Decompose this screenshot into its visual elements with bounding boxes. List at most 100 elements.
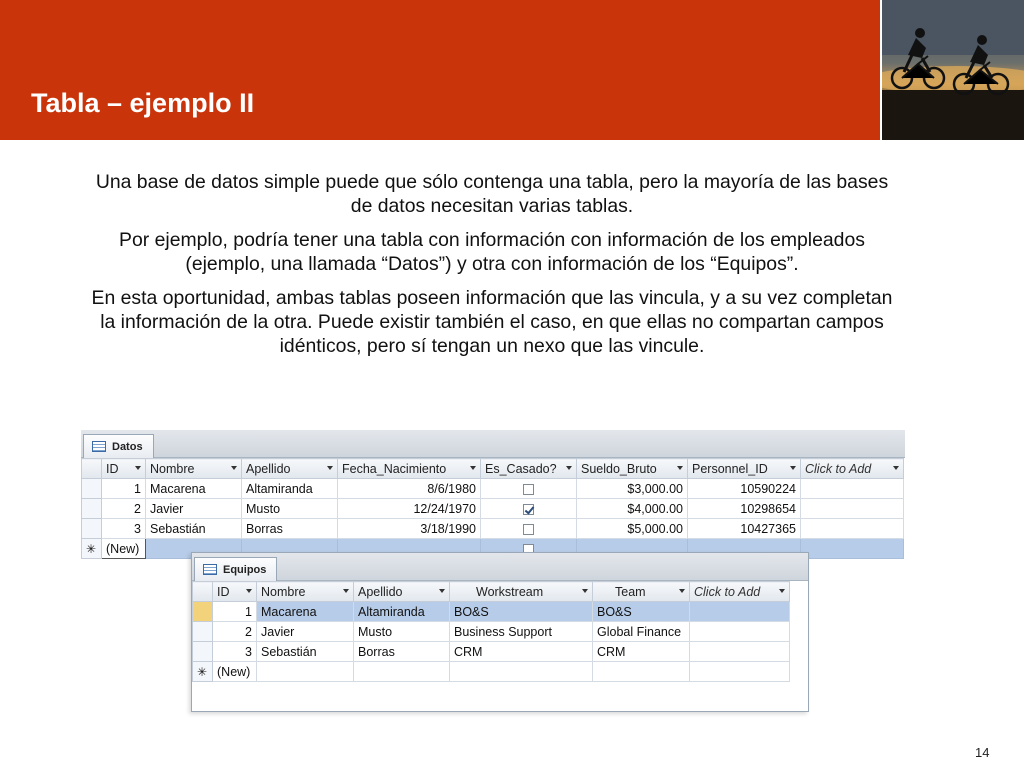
cell-id[interactable]: 3 <box>101 518 146 539</box>
cell-add[interactable] <box>800 478 904 499</box>
empty-cell[interactable] <box>592 661 690 682</box>
cell-id[interactable]: 2 <box>101 498 146 519</box>
col-header-team[interactable]: Team <box>592 581 690 602</box>
cell-sueldo[interactable]: $3,000.00 <box>576 478 688 499</box>
chevron-down-icon[interactable] <box>439 589 445 593</box>
col-header-click-to-add[interactable]: Click to Add <box>689 581 790 602</box>
row-selector[interactable] <box>81 498 102 519</box>
checkbox-icon[interactable] <box>523 483 534 495</box>
empty-cell[interactable] <box>256 661 354 682</box>
col-header-apellido[interactable]: Apellido <box>353 581 450 602</box>
empty-cell[interactable] <box>689 661 790 682</box>
cell-team[interactable]: CRM <box>592 641 690 662</box>
checkbox-checked-icon[interactable] <box>523 503 534 515</box>
table-row[interactable]: 3 Sebastián Borras CRM CRM <box>192 641 790 662</box>
chevron-down-icon[interactable] <box>246 589 252 593</box>
col-header-nombre[interactable]: Nombre <box>145 458 242 479</box>
cell-add[interactable] <box>689 601 790 622</box>
row-selector-header[interactable] <box>192 581 213 602</box>
col-header-apellido[interactable]: Apellido <box>241 458 338 479</box>
chevron-down-icon[interactable] <box>779 589 785 593</box>
cell-personnel[interactable]: 10298654 <box>687 498 801 519</box>
chevron-down-icon[interactable] <box>566 466 572 470</box>
cell-workstream[interactable]: CRM <box>449 641 593 662</box>
row-selector[interactable] <box>81 478 102 499</box>
new-record-cell[interactable]: (New) <box>101 538 146 559</box>
col-header-nombre[interactable]: Nombre <box>256 581 354 602</box>
cell-id[interactable]: 1 <box>101 478 146 499</box>
chevron-down-icon[interactable] <box>679 589 685 593</box>
cell-personnel[interactable]: 10427365 <box>687 518 801 539</box>
cell-add[interactable] <box>689 641 790 662</box>
checkbox-icon[interactable] <box>523 523 534 535</box>
row-selector-header[interactable] <box>81 458 102 479</box>
cell-apellido[interactable]: Altamiranda <box>241 478 338 499</box>
col-header-fecha-nacimiento[interactable]: Fecha_Nacimiento <box>337 458 481 479</box>
table-row[interactable]: 2 Javier Musto Business Support Global F… <box>192 621 790 642</box>
table-row[interactable]: 2 Javier Musto 12/24/1970 $4,000.00 1029… <box>81 498 904 519</box>
cell-apellido[interactable]: Borras <box>353 641 450 662</box>
new-record-row[interactable]: ✳ (New) <box>192 661 790 682</box>
cell-workstream[interactable]: Business Support <box>449 621 593 642</box>
cell-personnel[interactable]: 10590224 <box>687 478 801 499</box>
cell-workstream[interactable]: BO&S <box>449 601 593 622</box>
cell-casado[interactable] <box>480 498 577 519</box>
new-record-cell[interactable]: (New) <box>212 661 257 682</box>
cell-apellido[interactable]: Musto <box>241 498 338 519</box>
cell-apellido[interactable]: Musto <box>353 621 450 642</box>
col-header-sueldo-bruto[interactable]: Sueldo_Bruto <box>576 458 688 479</box>
cell-add[interactable] <box>689 621 790 642</box>
cell-id[interactable]: 1 <box>212 601 257 622</box>
cell-nombre[interactable]: Javier <box>256 621 354 642</box>
cell-team[interactable]: BO&S <box>592 601 690 622</box>
tab-equipos[interactable]: Equipos <box>194 557 278 581</box>
chevron-down-icon[interactable] <box>327 466 333 470</box>
cell-id[interactable]: 2 <box>212 621 257 642</box>
cell-sueldo[interactable]: $4,000.00 <box>576 498 688 519</box>
cell-fecha[interactable]: 12/24/1970 <box>337 498 481 519</box>
chevron-down-icon[interactable] <box>231 466 237 470</box>
cell-fecha[interactable]: 3/18/1990 <box>337 518 481 539</box>
cell-add[interactable] <box>800 518 904 539</box>
tab-datos[interactable]: Datos <box>83 434 154 458</box>
cell-add[interactable] <box>800 498 904 519</box>
chevron-down-icon[interactable] <box>893 466 899 470</box>
cell-team[interactable]: Global Finance <box>592 621 690 642</box>
row-selector[interactable] <box>192 641 213 662</box>
table-row[interactable]: 3 Sebastián Borras 3/18/1990 $5,000.00 1… <box>81 518 904 539</box>
cell-apellido[interactable]: Borras <box>241 518 338 539</box>
empty-cell[interactable] <box>800 538 904 559</box>
cell-sueldo[interactable]: $5,000.00 <box>576 518 688 539</box>
col-header-id[interactable]: ID <box>101 458 146 479</box>
chevron-down-icon[interactable] <box>135 466 141 470</box>
col-header-click-to-add[interactable]: Click to Add <box>800 458 904 479</box>
cell-casado[interactable] <box>480 518 577 539</box>
cell-casado[interactable] <box>480 478 577 499</box>
cell-nombre[interactable]: Macarena <box>256 601 354 622</box>
chevron-down-icon[interactable] <box>343 589 349 593</box>
cell-nombre[interactable]: Macarena <box>145 478 242 499</box>
chevron-down-icon[interactable] <box>677 466 683 470</box>
equipos-table-window: Equipos ID Nombre Apellido Workstream Te… <box>191 552 809 712</box>
row-selector[interactable] <box>192 601 213 622</box>
row-selector[interactable] <box>192 621 213 642</box>
cell-nombre[interactable]: Javier <box>145 498 242 519</box>
col-header-workstream[interactable]: Workstream <box>449 581 593 602</box>
cell-fecha[interactable]: 8/6/1980 <box>337 478 481 499</box>
table-row[interactable]: 1 Macarena Altamiranda 8/6/1980 $3,000.0… <box>81 478 904 499</box>
table-row-selected[interactable]: 1 Macarena Altamiranda BO&S BO&S <box>192 601 790 622</box>
chevron-down-icon[interactable] <box>582 589 588 593</box>
chevron-down-icon[interactable] <box>790 466 796 470</box>
empty-cell[interactable] <box>353 661 450 682</box>
cell-id[interactable]: 3 <box>212 641 257 662</box>
cell-apellido[interactable]: Altamiranda <box>353 601 450 622</box>
col-header-id[interactable]: ID <box>212 581 257 602</box>
table-icon <box>92 441 106 452</box>
empty-cell[interactable] <box>449 661 593 682</box>
cell-nombre[interactable]: Sebastián <box>145 518 242 539</box>
row-selector[interactable] <box>81 518 102 539</box>
chevron-down-icon[interactable] <box>470 466 476 470</box>
cell-nombre[interactable]: Sebastián <box>256 641 354 662</box>
col-header-personnel-id[interactable]: Personnel_ID <box>687 458 801 479</box>
col-header-es-casado[interactable]: Es_Casado? <box>480 458 577 479</box>
